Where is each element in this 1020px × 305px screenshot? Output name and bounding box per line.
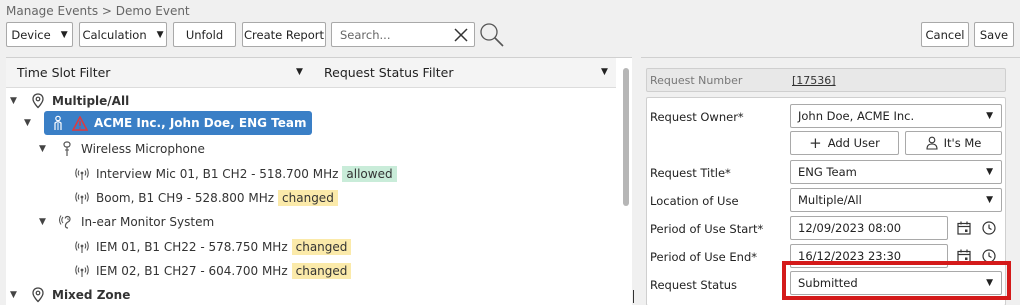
collapse-icon[interactable]: ▼: [39, 144, 51, 154]
device-dropdown-button[interactable]: Device ▼: [6, 22, 73, 47]
search-input[interactable]: [332, 27, 450, 42]
microphone-icon: [59, 141, 75, 157]
person-icon: [926, 136, 938, 150]
request-owner-value: John Doe, ACME Inc.: [798, 109, 915, 123]
request-number-row: Request Number [17536]: [646, 68, 1006, 92]
chevron-down-icon: ▼: [156, 29, 164, 40]
calendar-icon[interactable]: [953, 216, 975, 240]
wireless-signal-icon: [74, 190, 90, 206]
text-cursor: [633, 290, 634, 303]
selected-request-row[interactable]: ACME Inc., John Doe, ENG Team: [44, 111, 313, 135]
its-me-button[interactable]: It's Me: [905, 131, 1002, 155]
chevron-down-icon[interactable]: ▼: [296, 67, 303, 77]
tree-node-multiple-all[interactable]: ▼ Multiple/All: [10, 90, 129, 112]
status-badge: changed: [278, 190, 338, 206]
request-number-label: Request Number: [650, 74, 743, 87]
tree-label: In-ear Monitor System: [81, 215, 215, 229]
chevron-down-icon: ▼: [986, 167, 993, 177]
location-select[interactable]: Multiple/All ▼: [790, 188, 1002, 212]
create-report-button[interactable]: Create Report: [242, 22, 326, 47]
highlight-box: [782, 261, 1011, 300]
status-badge: changed: [291, 263, 352, 279]
calculation-label: Calculation: [82, 27, 147, 42]
request-owner-label: Request Owner*: [650, 110, 744, 124]
tree-node-wireless-microphone[interactable]: ▼ Wireless Microphone: [39, 138, 205, 160]
save-button[interactable]: Save: [974, 22, 1014, 47]
tree-label: IEM 01, B1 CH22 - 578.750 MHz: [96, 240, 288, 254]
wireless-signal-icon: [74, 239, 90, 255]
tree-label: Mixed Zone: [52, 288, 131, 302]
tree-node-boom[interactable]: Boom, B1 CH9 - 528.800 MHz changed: [74, 187, 338, 209]
device-label: Device: [11, 27, 51, 42]
request-title-label: Request Title*: [650, 166, 731, 180]
calculation-dropdown-button[interactable]: Calculation ▼: [79, 22, 167, 47]
request-title-value: ENG Team: [798, 165, 857, 179]
collapse-icon[interactable]: ▼: [10, 290, 22, 300]
wireless-signal-icon: [74, 263, 90, 279]
plus-icon: +: [809, 134, 822, 152]
status-badge: changed: [291, 239, 352, 255]
scrollbar[interactable]: [623, 68, 629, 206]
tree-label: Boom, B1 CH9 - 528.800 MHz: [96, 191, 275, 205]
request-title-select[interactable]: ENG Team ▼: [790, 160, 1002, 184]
chevron-down-icon[interactable]: ▼: [601, 67, 608, 77]
tree-node-interview-mic[interactable]: Interview Mic 01, B1 CH2 - 518.700 MHz a…: [74, 163, 397, 185]
warning-icon: [72, 115, 88, 131]
add-user-button[interactable]: + Add User: [790, 131, 899, 155]
collapse-icon[interactable]: ▼: [24, 118, 36, 128]
search-icon[interactable]: [478, 21, 505, 48]
tree-label: Wireless Microphone: [81, 142, 205, 156]
ear-icon: [59, 214, 75, 230]
location-value: Multiple/All: [798, 193, 862, 207]
location-label: Location of Use: [650, 194, 739, 208]
breadcrumb: Manage Events > Demo Event: [6, 4, 190, 18]
map-pin-icon: [30, 287, 46, 303]
add-user-label: Add User: [827, 136, 880, 150]
clock-icon[interactable]: [978, 216, 1000, 240]
unfold-button[interactable]: Unfold: [173, 22, 236, 47]
period-start-value: 12/09/2023 08:00: [798, 221, 902, 235]
search-box: [331, 22, 475, 47]
map-pin-icon: [30, 93, 46, 109]
tree-label: Multiple/All: [52, 94, 130, 108]
collapse-icon[interactable]: ▼: [39, 217, 51, 227]
event-tree-panel: Time Slot Filter ▼ Request Status Filter…: [6, 57, 632, 305]
tree-node-iem-02[interactable]: IEM 02, B1 CH27 - 604.700 MHz changed: [74, 260, 352, 282]
time-slot-filter[interactable]: Time Slot Filter: [17, 65, 110, 80]
chevron-down-icon: ▼: [986, 111, 993, 121]
close-icon[interactable]: [452, 26, 470, 44]
wireless-signal-icon: [74, 166, 90, 182]
request-number-link[interactable]: [17536]: [792, 74, 836, 87]
tree-label: Interview Mic 01, B1 CH2 - 518.700 MHz: [96, 167, 339, 181]
its-me-label: It's Me: [943, 136, 982, 150]
request-status-filter[interactable]: Request Status Filter: [324, 65, 454, 80]
tree-node-mixed-zone[interactable]: ▼ Mixed Zone: [10, 284, 130, 305]
tree-node-acme[interactable]: ▼ ACME Inc., John Doe, ENG Team: [24, 111, 313, 135]
filter-bar: Time Slot Filter ▼ Request Status Filter…: [6, 58, 616, 88]
tree-label: IEM 02, B1 CH27 - 604.700 MHz: [96, 264, 288, 278]
request-owner-select[interactable]: John Doe, ACME Inc. ▼: [790, 104, 1002, 128]
period-start-label: Period of Use Start*: [650, 222, 764, 236]
tree-label: ACME Inc., John Doe, ENG Team: [94, 116, 307, 130]
person-icon: [50, 115, 66, 131]
period-start-input[interactable]: 12/09/2023 08:00: [790, 216, 948, 240]
tree-node-in-ear-monitor[interactable]: ▼ In-ear Monitor System: [39, 211, 214, 233]
request-status-label: Request Status: [650, 278, 738, 292]
collapse-icon[interactable]: ▼: [10, 96, 22, 106]
chevron-down-icon: ▼: [60, 29, 68, 40]
cancel-button[interactable]: Cancel: [921, 22, 969, 47]
chevron-down-icon: ▼: [986, 195, 993, 205]
status-badge: allowed: [342, 166, 397, 182]
tree-node-iem-01[interactable]: IEM 01, B1 CH22 - 578.750 MHz changed: [74, 236, 352, 258]
period-end-label: Period of Use End*: [650, 250, 757, 264]
